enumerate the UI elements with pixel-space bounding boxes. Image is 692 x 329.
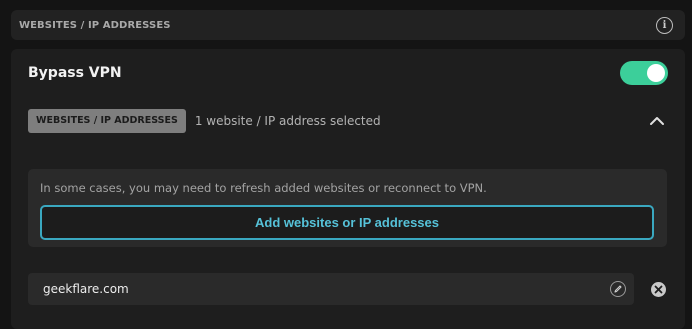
bypass-panel: Bypass VPN WEBSITES / IP ADDRESSES 1 web…	[11, 49, 685, 329]
toggle-knob	[647, 64, 665, 82]
section-header: WEBSITES / IP ADDRESSES i	[11, 10, 685, 40]
type-row: WEBSITES / IP ADDRESSES 1 website / IP a…	[28, 109, 671, 133]
section-title: WEBSITES / IP ADDRESSES	[19, 19, 171, 31]
bypass-vpn-toggle[interactable]	[620, 61, 668, 85]
selection-count: 1 website / IP address selected	[194, 114, 381, 128]
chevron-up-icon[interactable]	[649, 113, 665, 129]
website-entry-value: geekflare.com	[43, 282, 129, 296]
add-websites-button[interactable]: Add websites or IP addresses	[40, 205, 654, 240]
remove-icon[interactable]	[651, 282, 666, 297]
website-entry: geekflare.com	[28, 273, 634, 305]
info-icon[interactable]: i	[656, 16, 673, 34]
bypass-vpn-label: Bypass VPN	[28, 65, 122, 81]
type-chip[interactable]: WEBSITES / IP ADDRESSES	[28, 109, 186, 133]
edit-icon[interactable]	[610, 281, 626, 297]
notice-text: In some cases, you may need to refresh a…	[40, 181, 487, 195]
notice-box: In some cases, you may need to refresh a…	[28, 169, 667, 247]
